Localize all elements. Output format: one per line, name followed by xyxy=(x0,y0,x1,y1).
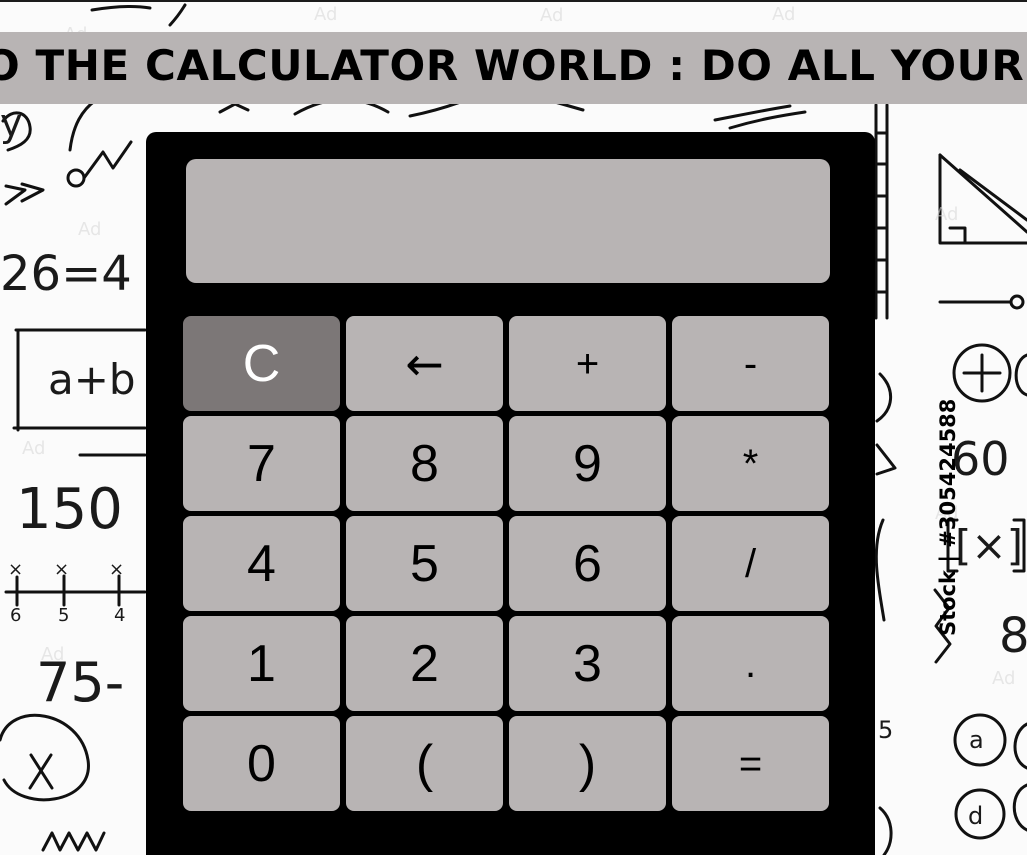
svg-text:×: × xyxy=(8,559,23,580)
six-button[interactable]: 6 xyxy=(509,516,666,611)
equals-button[interactable]: = xyxy=(672,716,829,811)
svg-text:4: 4 xyxy=(114,605,125,626)
stock-credit-text: Stock | #305424588 xyxy=(936,398,960,636)
svg-text:Ad: Ad xyxy=(772,4,795,25)
three-button[interactable]: 3 xyxy=(509,616,666,711)
clear-button[interactable]: C xyxy=(183,316,340,411)
minus-button[interactable]: - xyxy=(672,316,829,411)
calculator-keypad: C ← + - 7 8 9 * 4 5 6 / 1 2 3 . 0 ( ) = xyxy=(183,316,830,815)
calculator-page: 26=4 a+b 150 75- 60 [×] 8 5 a d y × × × … xyxy=(0,0,1027,855)
calculator-display xyxy=(186,159,830,283)
bg-equation-text: 26=4 xyxy=(0,246,132,302)
close-parenthesis-button[interactable]: ) xyxy=(509,716,666,811)
nine-button[interactable]: 9 xyxy=(509,416,666,511)
eight-button[interactable]: 8 xyxy=(346,416,503,511)
backspace-button[interactable]: ← xyxy=(346,316,503,411)
svg-text:Ad: Ad xyxy=(314,4,337,25)
open-parenthesis-button[interactable]: ( xyxy=(346,716,503,811)
divide-button[interactable]: / xyxy=(672,516,829,611)
svg-text:Ad: Ad xyxy=(540,5,563,26)
bg-number-150-text: 150 xyxy=(16,477,123,542)
bg-expression-text: a+b xyxy=(48,355,136,404)
svg-text:Ad: Ad xyxy=(992,668,1015,689)
four-button[interactable]: 4 xyxy=(183,516,340,611)
decimal-button[interactable]: . xyxy=(672,616,829,711)
bg-letter-d-text: d xyxy=(968,802,983,830)
svg-text:Ad: Ad xyxy=(22,438,45,459)
five-button[interactable]: 5 xyxy=(346,516,503,611)
bg-letter-y-text: y xyxy=(0,101,23,145)
bg-number-5-text: 5 xyxy=(878,716,893,744)
calculator-panel: C ← + - 7 8 9 * 4 5 6 / 1 2 3 . 0 ( ) = xyxy=(146,132,875,855)
one-button[interactable]: 1 xyxy=(183,616,340,711)
svg-text:×: × xyxy=(109,559,124,580)
svg-text:5: 5 xyxy=(58,605,69,626)
welcome-banner: O THE CALCULATOR WORLD : DO ALL YOUR BA xyxy=(0,32,1027,104)
svg-text:6: 6 xyxy=(10,605,21,626)
svg-text:Ad: Ad xyxy=(41,644,64,665)
seven-button[interactable]: 7 xyxy=(183,416,340,511)
bg-bracket-x-text: [×] xyxy=(955,521,1023,570)
bg-number-8-text: 8 xyxy=(999,608,1027,664)
plus-button[interactable]: + xyxy=(509,316,666,411)
two-button[interactable]: 2 xyxy=(346,616,503,711)
welcome-banner-text: O THE CALCULATOR WORLD : DO ALL YOUR BA xyxy=(0,41,1027,90)
svg-text:×: × xyxy=(54,559,69,580)
zero-button[interactable]: 0 xyxy=(183,716,340,811)
bg-letter-a-text: a xyxy=(969,726,984,754)
svg-text:Ad: Ad xyxy=(935,204,958,225)
multiply-button[interactable]: * xyxy=(672,416,829,511)
svg-text:Ad: Ad xyxy=(78,219,101,240)
